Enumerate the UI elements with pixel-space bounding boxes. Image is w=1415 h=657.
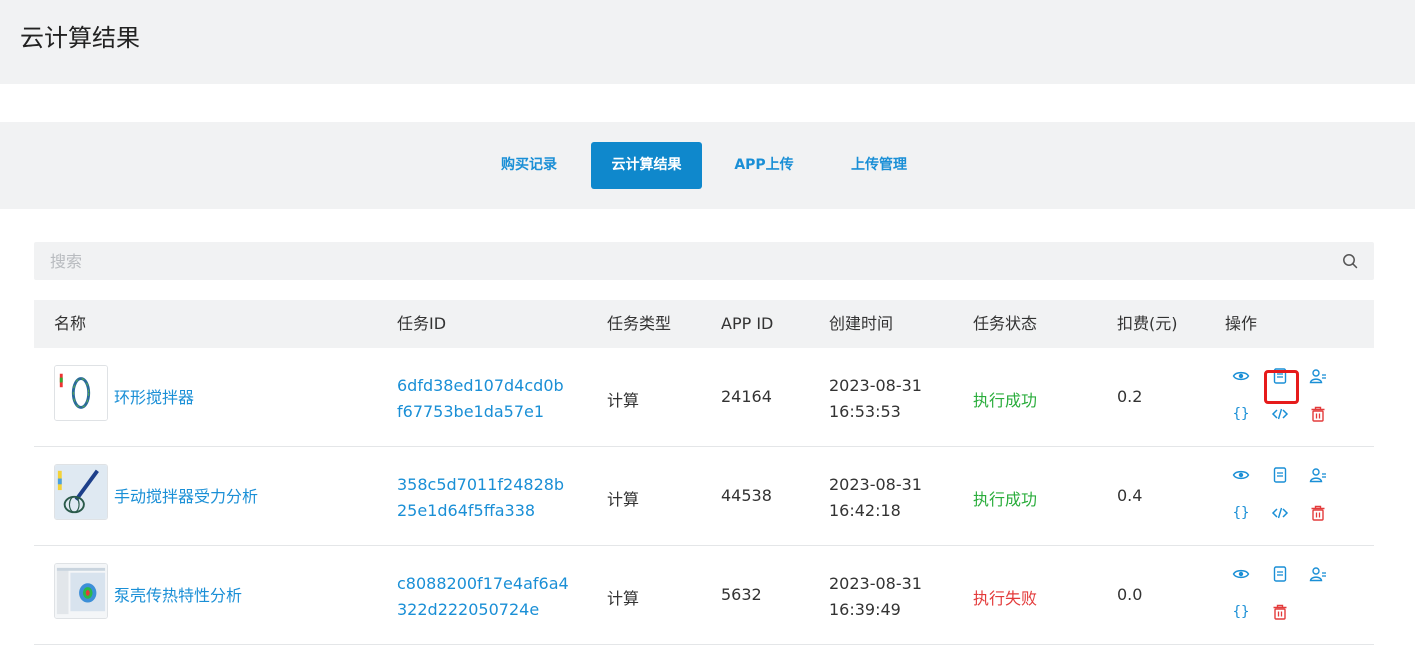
app-id: 5632 xyxy=(721,585,762,604)
trash-icon[interactable] xyxy=(1309,504,1327,522)
code-icon[interactable] xyxy=(1271,405,1289,423)
page-header: 云计算结果 xyxy=(0,0,1415,84)
table-header: 名称 任务ID 任务类型 APP ID 创建时间 任务状态 扣费(元) 操作 xyxy=(34,300,1374,348)
created-date: 2023-08-31 xyxy=(829,574,922,593)
header-name: 名称 xyxy=(54,314,87,333)
task-type: 计算 xyxy=(607,589,640,608)
table-row: 泵壳传热特性分析 c8088200f17e4af6a4 322d22205072… xyxy=(34,546,1374,645)
trash-icon[interactable] xyxy=(1309,405,1327,423)
header-created-time: 创建时间 xyxy=(829,314,894,333)
task-name-link[interactable]: 手动搅拌器受力分析 xyxy=(114,483,258,507)
task-id-line: 358c5d7011f24828b xyxy=(397,475,565,494)
created-clock: 16:39:49 xyxy=(829,600,901,619)
tab-bar: 购买记录 云计算结果 APP上传 上传管理 xyxy=(0,122,1415,209)
task-id-line: 25e1d64f5ffa338 xyxy=(397,501,536,520)
task-id-link[interactable]: 358c5d7011f24828b 25e1d64f5ffa338 xyxy=(397,472,582,524)
thumbnail-image[interactable] xyxy=(54,563,108,619)
task-type: 计算 xyxy=(607,490,640,509)
task-id-line: c8088200f17e4af6a4 xyxy=(397,574,569,593)
search-icon[interactable] xyxy=(1342,253,1358,269)
task-id-link[interactable]: c8088200f17e4af6a4 322d222050724e xyxy=(397,571,582,623)
created-time: 2023-08-31 16:53:53 xyxy=(829,373,949,425)
fee-value: 0.2 xyxy=(1117,387,1143,406)
trash-icon[interactable] xyxy=(1271,603,1289,621)
tab-upload-management[interactable]: 上传管理 xyxy=(833,142,925,189)
task-id-line: 6dfd38ed107d4cd0b xyxy=(397,376,564,395)
task-name-link[interactable]: 泵壳传热特性分析 xyxy=(114,582,242,606)
tab-purchase-records[interactable]: 购买记录 xyxy=(483,142,575,189)
status-badge: 执行成功 xyxy=(973,490,1038,509)
highlight-box xyxy=(1264,370,1299,404)
thumbnail-image[interactable] xyxy=(54,464,108,520)
users-icon[interactable] xyxy=(1309,466,1327,484)
header-task-id: 任务ID xyxy=(397,314,447,333)
search-bar xyxy=(34,242,1374,280)
fee-value: 0.4 xyxy=(1117,486,1143,505)
braces-icon[interactable]: {} xyxy=(1232,504,1250,522)
table-row: 手动搅拌器受力分析 358c5d7011f24828b 25e1d64f5ffa… xyxy=(34,447,1374,546)
header-fee: 扣费(元) xyxy=(1117,314,1178,333)
created-clock: 16:42:18 xyxy=(829,501,901,520)
thumbnail-image[interactable] xyxy=(54,365,108,421)
eye-icon[interactable] xyxy=(1232,565,1250,583)
app-id: 24164 xyxy=(721,387,772,406)
table-row: 环形搅拌器 6dfd38ed107d4cd0b f67753be1da57e1 … xyxy=(34,348,1374,447)
users-icon[interactable] xyxy=(1309,565,1327,583)
created-time: 2023-08-31 16:42:18 xyxy=(829,472,949,524)
created-clock: 16:53:53 xyxy=(829,402,901,421)
created-time: 2023-08-31 16:39:49 xyxy=(829,571,949,623)
eye-icon[interactable] xyxy=(1232,466,1250,484)
braces-icon[interactable]: {} xyxy=(1232,405,1250,423)
status-badge: 执行成功 xyxy=(973,391,1038,410)
braces-icon[interactable]: {} xyxy=(1232,603,1250,621)
header-app-id: APP ID xyxy=(721,314,774,333)
task-name-link[interactable]: 环形搅拌器 xyxy=(114,384,194,408)
created-date: 2023-08-31 xyxy=(829,475,922,494)
users-icon[interactable] xyxy=(1309,367,1327,385)
header-task-type: 任务类型 xyxy=(607,314,672,333)
code-icon[interactable] xyxy=(1271,504,1289,522)
tab-cloud-results[interactable]: 云计算结果 xyxy=(591,142,702,189)
task-id-line: 322d222050724e xyxy=(397,600,540,619)
status-badge: 执行失败 xyxy=(973,589,1038,608)
header-actions: 操作 xyxy=(1225,314,1258,333)
tab-app-upload[interactable]: APP上传 xyxy=(718,142,810,189)
page-title: 云计算结果 xyxy=(20,24,140,52)
fee-value: 0.0 xyxy=(1117,585,1143,604)
app-id: 44538 xyxy=(721,486,772,505)
results-table: 名称 任务ID 任务类型 APP ID 创建时间 任务状态 扣费(元) 操作 环… xyxy=(34,300,1374,645)
document-icon[interactable] xyxy=(1271,565,1289,583)
search-input[interactable] xyxy=(34,242,1324,280)
task-id-link[interactable]: 6dfd38ed107d4cd0b f67753be1da57e1 xyxy=(397,373,582,425)
document-icon[interactable] xyxy=(1271,466,1289,484)
task-id-line: f67753be1da57e1 xyxy=(397,402,545,421)
created-date: 2023-08-31 xyxy=(829,376,922,395)
eye-icon[interactable] xyxy=(1232,367,1250,385)
task-type: 计算 xyxy=(607,391,640,410)
header-task-status: 任务状态 xyxy=(973,314,1038,333)
